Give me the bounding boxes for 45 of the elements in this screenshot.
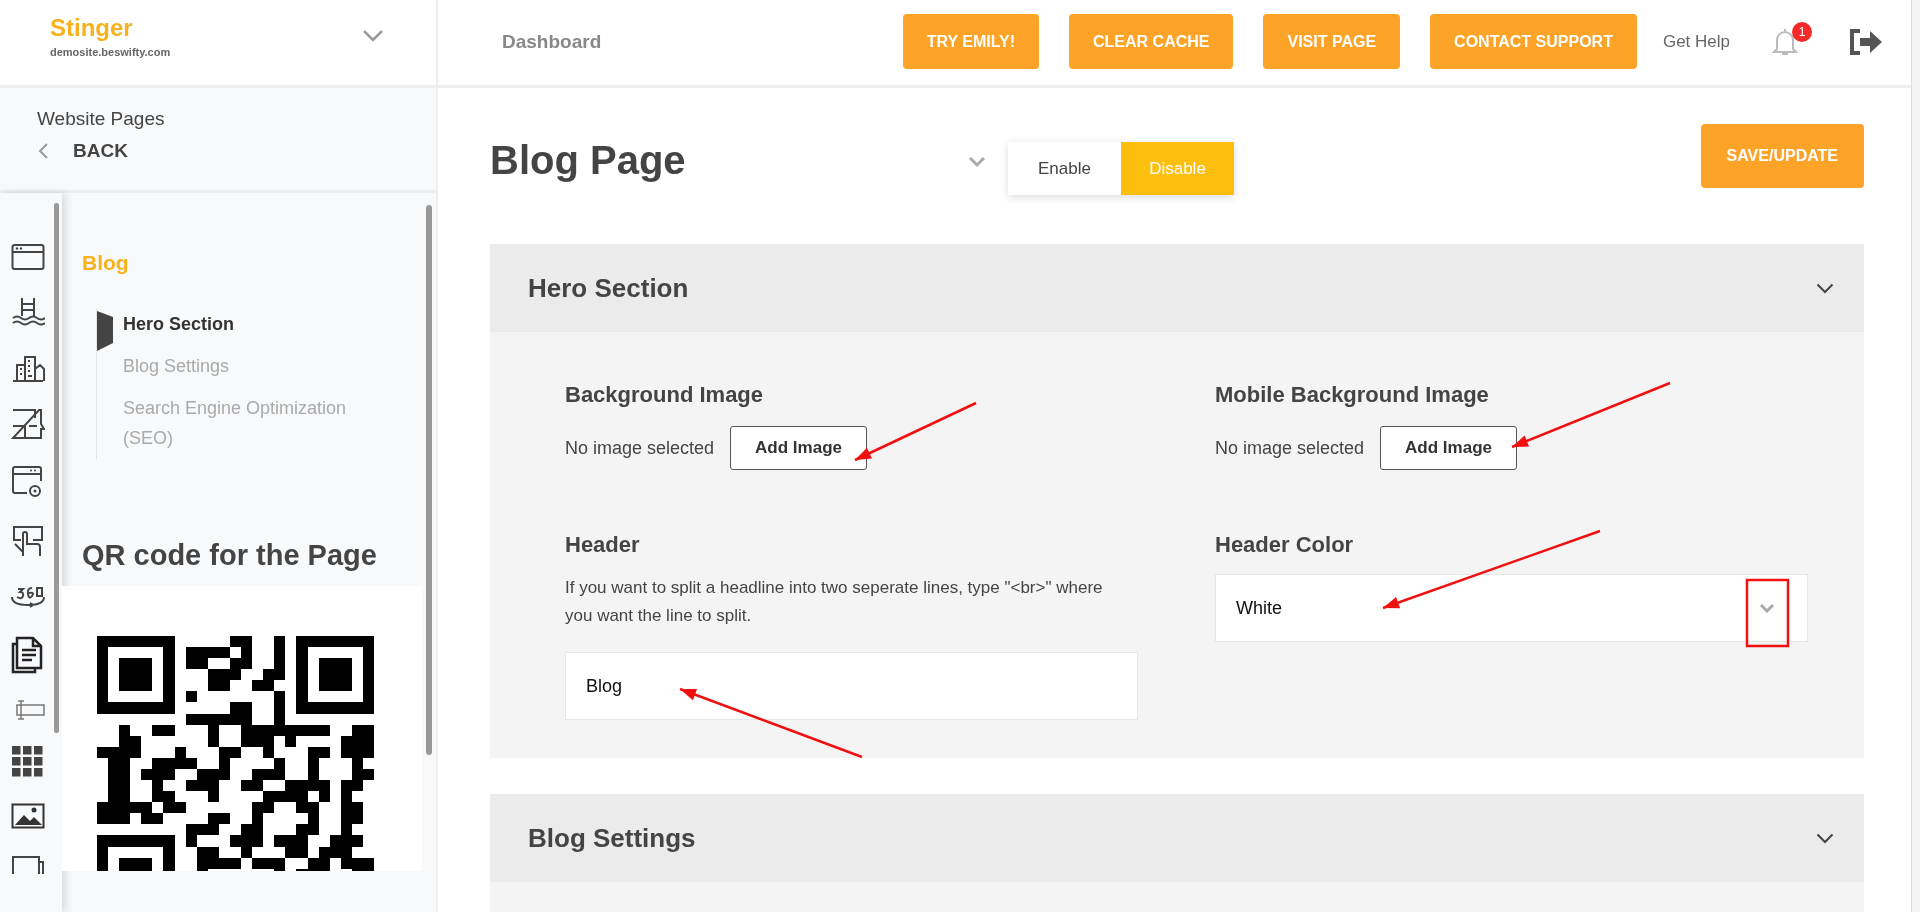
grid-icon[interactable] [12, 746, 44, 778]
field-hint: If you want to split a headline into two seperate lines, type "<br>" where you want the line to split. [565, 577, 1104, 627]
chevron-left-icon[interactable] [37, 142, 49, 160]
help-link[interactable]: Get Help [1662, 31, 1730, 52]
field-label: Background Image [565, 382, 765, 408]
section-title: Blog Settings [528, 822, 696, 854]
section-header[interactable]: Blog Settings [490, 794, 1864, 882]
breadcrumb[interactable]: Dashboard [502, 30, 602, 53]
scrollbar[interactable] [1911, 0, 1920, 912]
back-link[interactable]: BACK [73, 140, 128, 162]
section-header[interactable]: Hero Section [490, 244, 1864, 332]
add-image-button[interactable]: Add Image [730, 426, 867, 470]
browser-window-icon[interactable] [11, 243, 45, 271]
site-domain: demosite.beswifty.com [50, 45, 171, 58]
notification-bell-icon[interactable] [1772, 26, 1798, 57]
scrollbar[interactable] [54, 203, 59, 733]
image-status: No image selected [565, 437, 715, 459]
sidebar-heading: Website Pages [37, 108, 166, 130]
sidebar-nav-link[interactable]: Hero Section [123, 309, 235, 339]
logout-icon[interactable] [1848, 27, 1884, 56]
touch-screen-icon[interactable] [11, 524, 45, 558]
qr-code-title: QR code for the Page [82, 539, 378, 572]
toggle-option[interactable]: Enable [1008, 142, 1121, 195]
field-label: Header Color [1215, 532, 1355, 558]
field-label: Header [565, 532, 641, 558]
section-title: Blog [82, 251, 130, 275]
chevron-down-icon[interactable] [1816, 832, 1834, 844]
scrollbar[interactable] [426, 205, 432, 755]
notification-badge: 1 [1792, 21, 1812, 42]
color-select[interactable]: White [1215, 574, 1808, 642]
header-input[interactable]: Blog [565, 652, 1138, 720]
image-status: No image selected [1215, 437, 1365, 459]
pool-ladder-icon[interactable] [11, 296, 45, 328]
buildings-icon[interactable] [11, 353, 45, 383]
site-name: Stinger [50, 13, 134, 42]
floor-plan-icon[interactable] [11, 408, 45, 440]
image-icon[interactable] [11, 803, 45, 829]
document-icon[interactable] [11, 636, 45, 674]
add-image-button[interactable]: Add Image [1380, 426, 1517, 470]
browser-gear-icon[interactable] [11, 465, 45, 499]
highlight-frame [1745, 578, 1790, 648]
field-label: Mobile Background Image [1215, 382, 1490, 408]
page-title: Blog Page [490, 138, 687, 183]
chevron-down-icon[interactable] [1816, 282, 1834, 294]
section-title: Hero Section [528, 272, 689, 304]
